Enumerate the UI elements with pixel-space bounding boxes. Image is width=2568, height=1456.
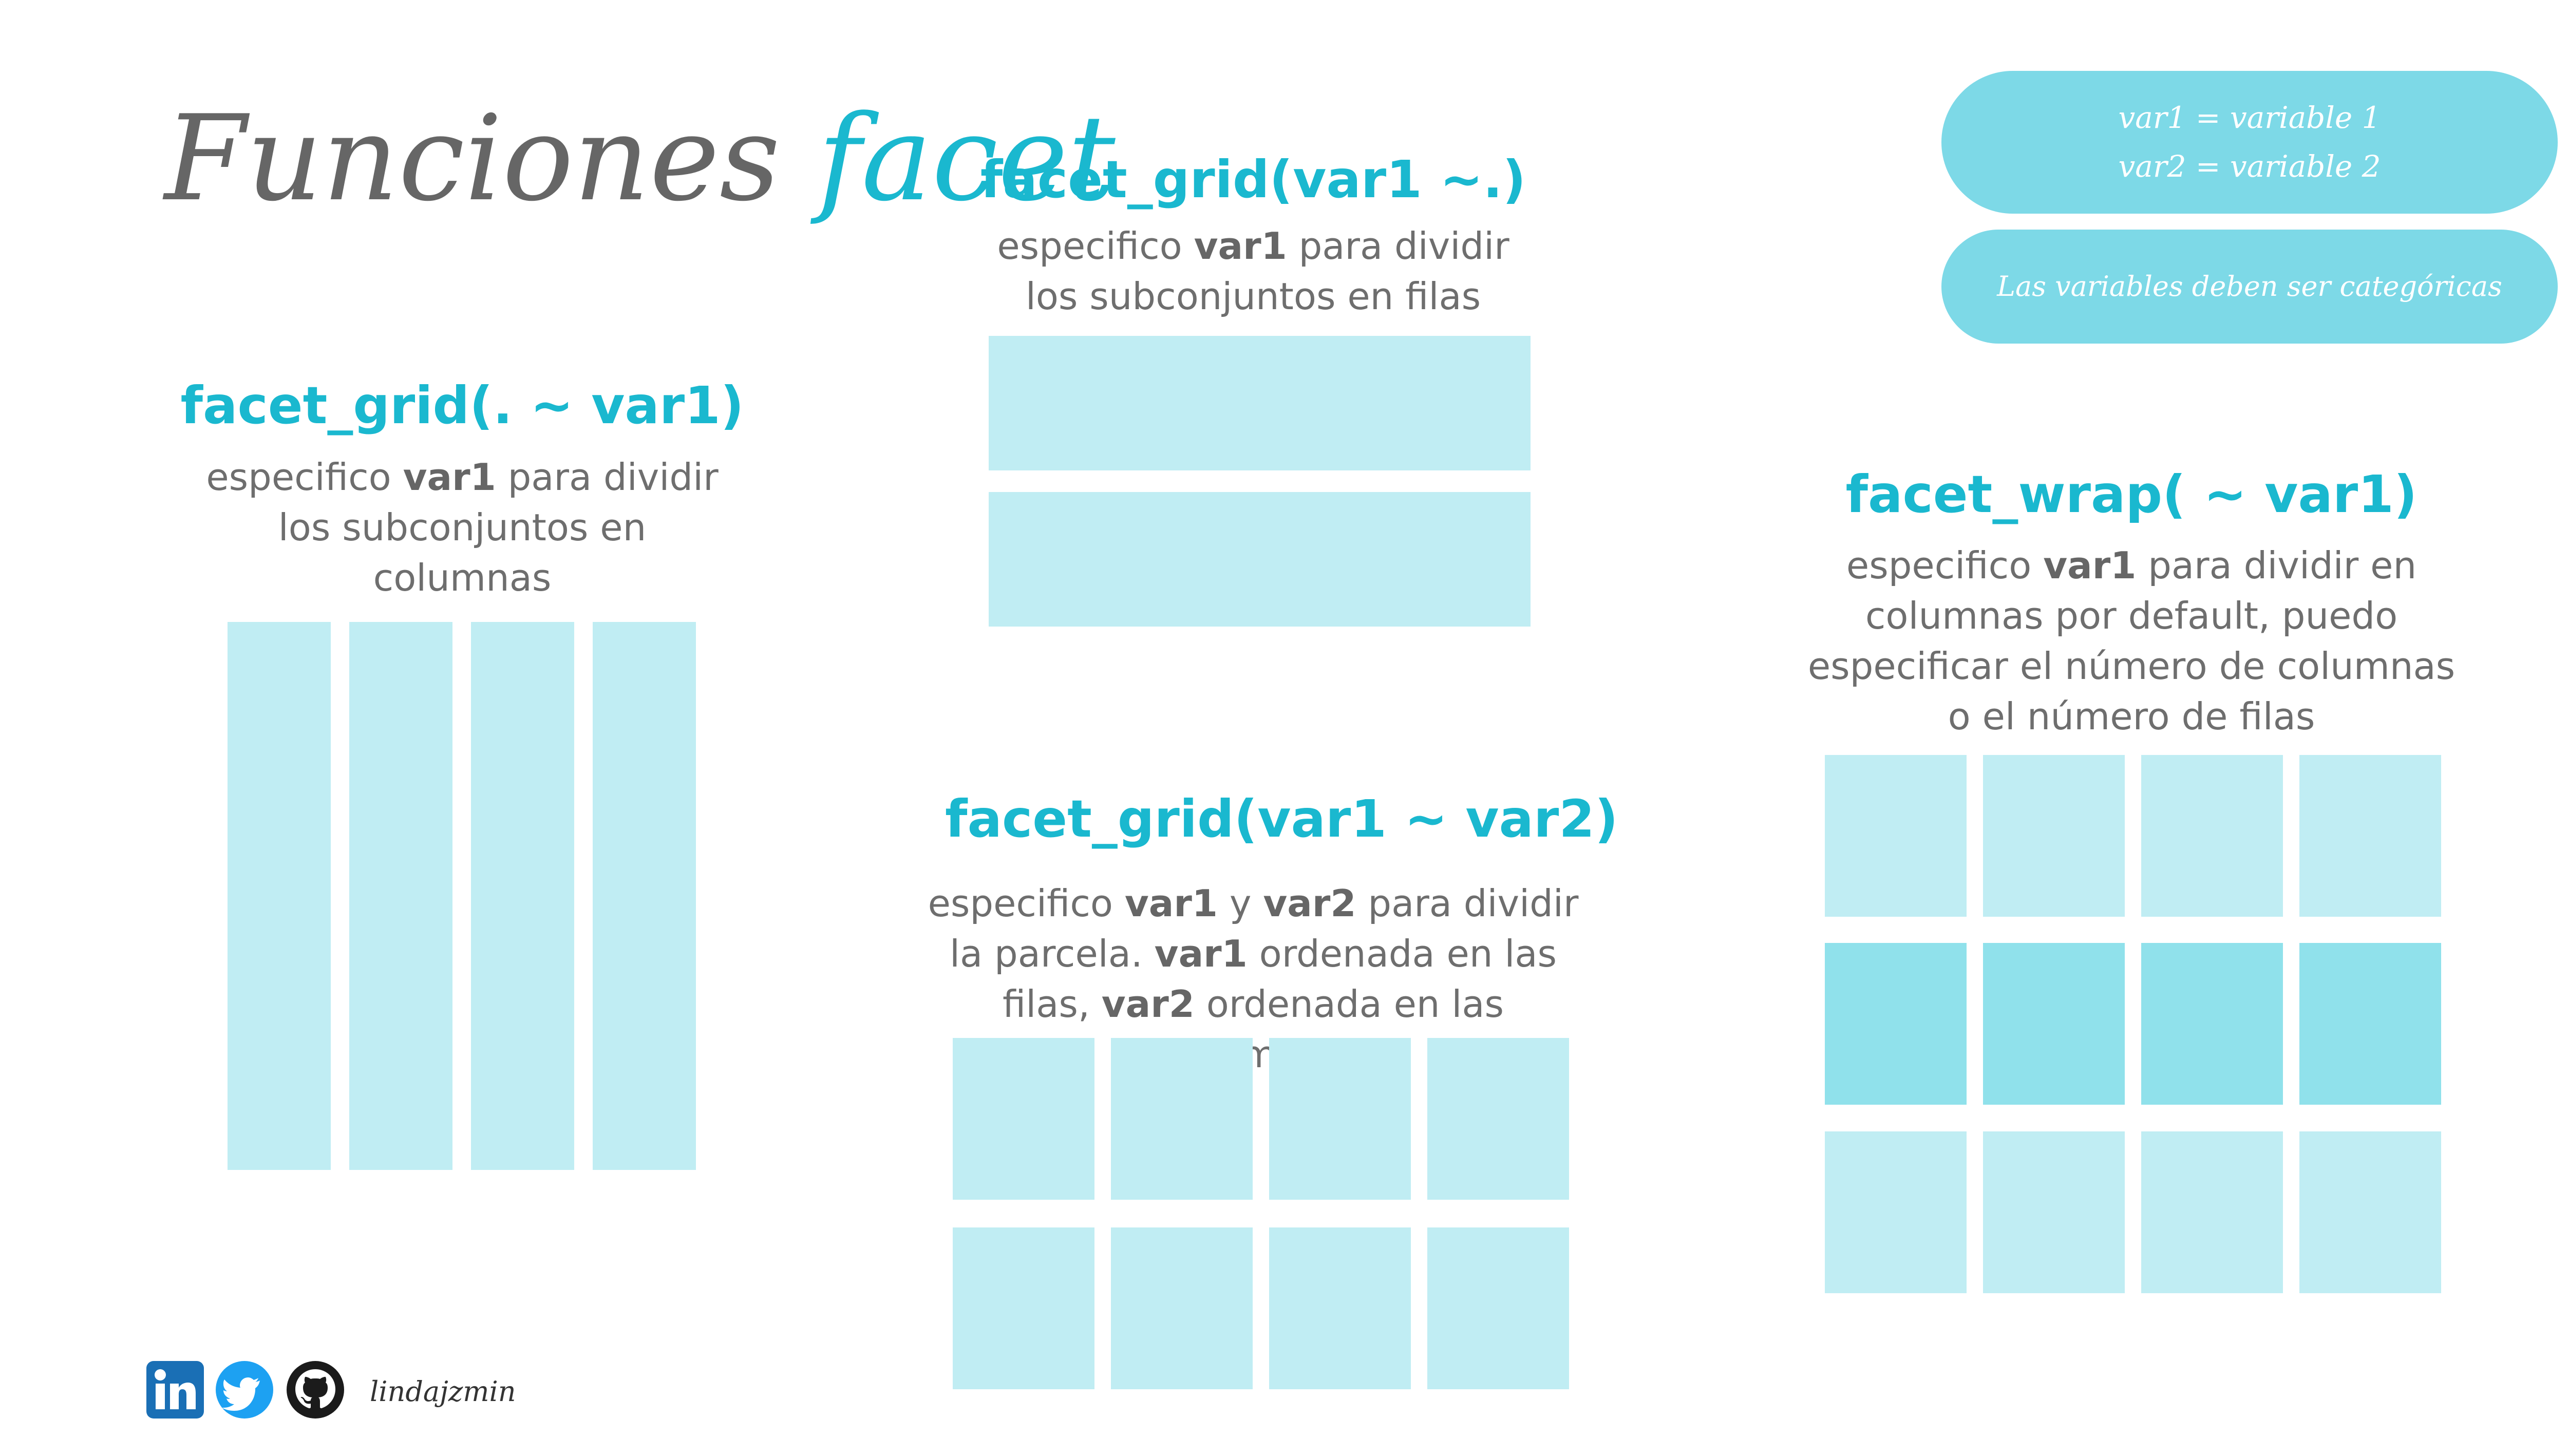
wrap-heading: facet_wrap( ~ var1) [1845,464,2418,524]
row-panel [989,336,1531,470]
grid-cell [1269,1038,1411,1200]
column-panel [228,622,331,1170]
desc-text: especifico [997,224,1194,268]
variables-legend-pill: var1 = variable 1 var2 = variable 2 [1941,71,2558,214]
wrap-cell [2141,1131,2283,1293]
grid-cell [1269,1227,1411,1389]
wrap-cell-highlight [1983,943,2125,1105]
wrap-cell [1825,1131,1967,1293]
linkedin-icon[interactable] [146,1361,204,1419]
author-handle: lindajzmin [370,1375,516,1408]
wrap-description: especifico var1 para dividir en columnas… [1792,540,2470,742]
categorical-note: Las variables deben ser categóricas [1997,270,2502,302]
desc-var1: var1 [1124,882,1218,925]
desc-var1: var1 [1154,932,1248,975]
grid-heading: facet_grid(var1 ~ var2) [945,789,1618,849]
column-panel [349,622,452,1170]
wrap-cell [2299,1131,2441,1293]
grid-cell [1427,1227,1569,1389]
grid-cell [1427,1038,1569,1200]
wrap-cell [2141,755,2283,917]
grid-cell [1111,1227,1253,1389]
desc-var1: var1 [1194,224,1287,268]
legend-line-var2: var2 = variable 2 [2118,149,2381,184]
grid-cell [953,1227,1094,1389]
wrap-cell-highlight [1825,943,1967,1105]
wrap-cell-highlight [2141,943,2283,1105]
legend-line-var1: var1 = variable 1 [2118,100,2381,135]
desc-text: y [1217,882,1263,925]
wrap-cell [1983,1131,2125,1293]
rows-heading: facet_grid(var1 ~.) [980,149,1526,210]
desc-var1: var1 [2043,544,2137,587]
rows-description: especifico var1 para dividir los subconj… [984,221,1523,322]
desc-text: especifico [1846,544,2044,587]
wrap-cell [1983,755,2125,917]
wrap-cell [1825,755,1967,917]
github-icon[interactable] [287,1361,344,1419]
grid-cell [1111,1038,1253,1200]
desc-var2: var2 [1101,982,1195,1026]
grid-cell [953,1038,1094,1200]
categorical-note-pill: Las variables deben ser categóricas [1941,230,2558,344]
desc-text: especifico [206,456,403,499]
twitter-icon[interactable] [216,1361,273,1419]
title-part1: Funciones [164,90,780,228]
cols-heading: facet_grid(. ~ var1) [180,375,744,436]
wrap-cell [2299,755,2441,917]
row-panel [989,492,1531,627]
cols-description: especifico var1 para dividir los subconj… [205,452,719,603]
column-panel [471,622,574,1170]
wrap-cell-highlight [2299,943,2441,1105]
desc-text: especifico [928,882,1125,925]
column-panel [593,622,696,1170]
desc-var1: var1 [403,456,496,499]
desc-var2: var2 [1263,882,1356,925]
